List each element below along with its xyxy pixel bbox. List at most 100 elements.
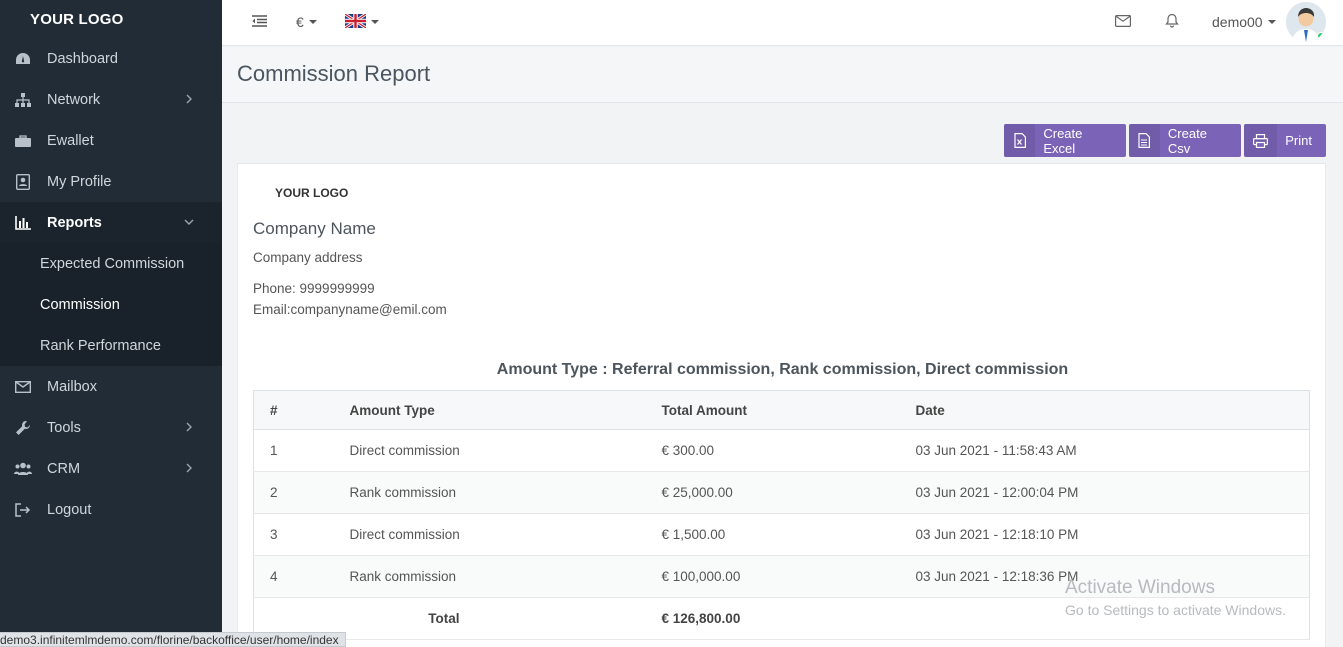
caret-down-icon bbox=[371, 20, 379, 24]
table-row: 3 Direct commission € 1,500.00 03 Jun 20… bbox=[253, 513, 1310, 556]
sidebar-item-reports[interactable]: Reports bbox=[0, 202, 222, 243]
notifications-button[interactable] bbox=[1165, 0, 1179, 44]
sidebar-item-ewallet[interactable]: Ewallet bbox=[0, 120, 222, 161]
menu-toggle-icon bbox=[252, 14, 267, 30]
sidebar-subitem-expected-commission[interactable]: Expected Commission bbox=[0, 243, 222, 284]
button-label: Create Excel bbox=[1043, 125, 1083, 156]
row-date: 03 Jun 2021 - 11:58:43 AM bbox=[899, 429, 1310, 472]
sidebar-item-label: Tools bbox=[47, 419, 81, 436]
sidebar-subitem-rank-performance[interactable]: Rank Performance bbox=[0, 325, 222, 366]
row-index: 2 bbox=[253, 471, 334, 514]
avatar[interactable] bbox=[1286, 2, 1326, 42]
amount-type-heading: Amount Type : Referral commission, Rank … bbox=[496, 361, 1069, 378]
messages-button[interactable] bbox=[1115, 0, 1132, 44]
button-label: Print bbox=[1285, 133, 1312, 148]
logout-icon bbox=[14, 502, 32, 518]
currency-symbol: € bbox=[296, 14, 304, 30]
caret-down-icon bbox=[308, 20, 317, 24]
create-excel-button[interactable]: Create Excel bbox=[1004, 124, 1126, 157]
wrench-icon bbox=[14, 420, 32, 436]
envelope-icon bbox=[14, 379, 32, 395]
status-bar-url: demo3.infinitemlmdemo.com/florine/backof… bbox=[0, 632, 346, 647]
sidebar-item-logout[interactable]: Logout bbox=[0, 489, 222, 530]
row-amount-type: Rank commission bbox=[333, 555, 646, 598]
column-header: # bbox=[253, 390, 334, 430]
row-index: 1 bbox=[253, 429, 334, 472]
row-total-amount: € 300.00 bbox=[645, 429, 900, 472]
page-header: Commission Report bbox=[222, 47, 1343, 103]
profile-icon bbox=[14, 173, 32, 190]
sidebar-item-my-profile[interactable]: My Profile bbox=[0, 161, 222, 202]
chevron-down-icon bbox=[182, 215, 196, 229]
table-header-row: # Amount Type Total Amount Date bbox=[253, 390, 1310, 430]
watermark-subtitle: Go to Settings to activate Windows. bbox=[1065, 602, 1286, 618]
row-total-amount: € 1,500.00 bbox=[645, 513, 900, 556]
company-name: Company Name bbox=[253, 219, 376, 238]
sidebar-item-label: CRM bbox=[47, 460, 81, 477]
row-total-amount: € 25,000.00 bbox=[645, 471, 900, 514]
sidebar-item-crm[interactable]: CRM bbox=[0, 448, 222, 489]
currency-dropdown[interactable]: € bbox=[296, 0, 317, 44]
sidebar-item-tools[interactable]: Tools bbox=[0, 407, 222, 448]
row-amount-type: Direct commission bbox=[333, 429, 646, 472]
sitemap-icon bbox=[14, 92, 32, 108]
create-csv-button[interactable]: Create Csv bbox=[1129, 124, 1241, 157]
language-dropdown[interactable] bbox=[344, 0, 379, 44]
chevron-right-icon bbox=[182, 420, 196, 434]
total-value: € 126,800.00 bbox=[645, 597, 900, 640]
column-header: Date bbox=[899, 390, 1310, 430]
sidebar-item-dashboard[interactable]: Dashboard bbox=[0, 38, 222, 79]
printer-icon bbox=[1244, 124, 1278, 157]
table-row: 2 Rank commission € 25,000.00 03 Jun 202… bbox=[253, 471, 1310, 514]
sidebar-item-label: Logout bbox=[47, 501, 92, 518]
caret-down-icon bbox=[1267, 20, 1276, 24]
brand-logo[interactable]: YOUR LOGO bbox=[0, 0, 222, 38]
report-logo: YOUR LOGO bbox=[275, 186, 349, 200]
column-header: Total Amount bbox=[645, 390, 900, 430]
row-index: 4 bbox=[253, 555, 334, 598]
sidebar-toggle-button[interactable] bbox=[252, 0, 267, 44]
row-index: 3 bbox=[253, 513, 334, 556]
uk-flag-icon bbox=[344, 12, 367, 31]
user-menu-dropdown[interactable]: demo00 bbox=[1212, 0, 1276, 44]
windows-activation-watermark: Activate Windows Go to Settings to activ… bbox=[1065, 577, 1286, 618]
company-address: Company address bbox=[253, 250, 363, 265]
sidebar-item-label: Network bbox=[47, 91, 101, 108]
briefcase-icon bbox=[14, 133, 32, 149]
table-row: 1 Direct commission € 300.00 03 Jun 2021… bbox=[253, 429, 1310, 472]
column-header: Amount Type bbox=[333, 390, 646, 430]
sidebar-item-network[interactable]: Network bbox=[0, 79, 222, 120]
print-button[interactable]: Print bbox=[1244, 124, 1326, 157]
sidebar-item-label: Reports bbox=[47, 214, 102, 231]
row-amount-type: Rank commission bbox=[333, 471, 646, 514]
excel-file-icon bbox=[1004, 124, 1036, 157]
report-card: YOUR LOGO Company Name Company address P… bbox=[237, 163, 1326, 647]
chevron-right-icon bbox=[182, 92, 196, 106]
company-email: Email:companyname@emil.com bbox=[253, 302, 447, 317]
dashboard-icon bbox=[14, 51, 32, 67]
top-navbar: € demo00 bbox=[222, 0, 1343, 46]
envelope-icon bbox=[1115, 14, 1132, 30]
row-total-amount: € 100,000.00 bbox=[645, 555, 900, 598]
online-status-dot bbox=[1317, 32, 1325, 40]
bar-chart-icon bbox=[14, 215, 32, 231]
row-date: 03 Jun 2021 - 12:18:10 PM bbox=[899, 513, 1310, 556]
sidebar-item-label: My Profile bbox=[47, 173, 112, 190]
chevron-right-icon bbox=[182, 461, 196, 475]
row-date: 03 Jun 2021 - 12:00:04 PM bbox=[899, 471, 1310, 514]
users-icon bbox=[14, 461, 32, 477]
sidebar-item-label: Mailbox bbox=[47, 378, 97, 395]
bell-icon bbox=[1165, 13, 1179, 31]
button-label: Create Csv bbox=[1167, 125, 1207, 156]
reports-submenu: Expected Commission Commission Rank Perf… bbox=[0, 243, 222, 366]
page-title: Commission Report bbox=[237, 61, 431, 86]
sidebar: YOUR LOGO Dashboard Network Ewallet My P… bbox=[0, 0, 222, 647]
watermark-title: Activate Windows bbox=[1065, 577, 1215, 598]
sidebar-subitem-commission[interactable]: Commission bbox=[0, 284, 222, 325]
username: demo00 bbox=[1212, 14, 1263, 30]
sidebar-item-label: Ewallet bbox=[47, 132, 94, 149]
sidebar-item-label: Dashboard bbox=[47, 50, 118, 67]
sidebar-item-mailbox[interactable]: Mailbox bbox=[0, 366, 222, 407]
company-phone: Phone: 9999999999 bbox=[253, 281, 375, 296]
row-amount-type: Direct commission bbox=[333, 513, 646, 556]
